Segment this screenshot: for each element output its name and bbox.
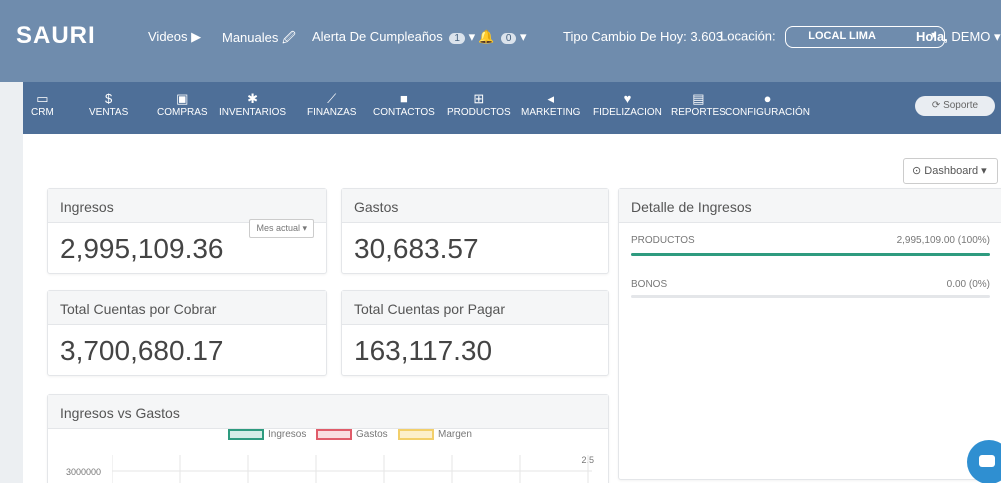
chevron-down-icon: ▾ — [520, 29, 527, 44]
dashboard-content: ⊙ Dashboard ▾ Ingresos Mes actual ▾ 2,99… — [23, 134, 1001, 483]
legend-margen[interactable]: Margen — [398, 429, 472, 440]
location-value: LOCAL LIMA — [808, 30, 876, 42]
module-finanzas[interactable]: ⟋ FINANZAS — [307, 91, 356, 118]
megaphone-icon: ◂ — [547, 91, 554, 106]
card-title: Gastos — [342, 189, 608, 223]
user-menu[interactable]: Hola, DEMO ▾ — [916, 29, 1001, 45]
chat-widget-button[interactable] — [967, 440, 1001, 483]
chevron-down-icon: ▾ — [994, 29, 1001, 44]
legend-gastos[interactable]: Gastos — [316, 429, 388, 440]
progress-bar-bonos — [631, 295, 990, 298]
module-marketing[interactable]: ◂ MARKETING — [521, 91, 580, 118]
cart-icon: ⊞ — [473, 91, 485, 106]
detail-row-productos: PRODUCTOS 2,995,109.00 (100%) — [631, 235, 990, 246]
module-nav: ▭ CRM $ VENTAS ▣ COMPRAS ✱ INVENTARIOS ⟋ FINA… — [23, 82, 1001, 134]
dollar-icon: $ — [105, 91, 113, 106]
app-frame: SAURI Videos ▶ Manuales 🖉 Alerta De Cump… — [0, 0, 1001, 483]
module-compras[interactable]: ▣ COMPRAS — [157, 91, 208, 118]
card-title: Detalle de Ingresos — [619, 189, 1001, 223]
detail-value: 2,995,109.00 (100%) — [896, 235, 990, 246]
detail-label: PRODUCTOS — [631, 235, 695, 246]
module-configuracion[interactable]: ● CONFIGURACIÓN — [725, 91, 810, 118]
notification-count-badge: 0 — [500, 33, 517, 44]
module-inventarios[interactable]: ✱ INVENTARIOS — [219, 91, 286, 118]
y-axis-tick-left: 3000000 — [66, 467, 102, 477]
module-productos[interactable]: ⊞ PRODUCTOS — [447, 91, 511, 118]
monitor-icon: ▭ — [36, 91, 49, 106]
ingresos-card: Ingresos Mes actual ▾ 2,995,109.36 — [47, 188, 327, 274]
contact-icon: ■ — [400, 91, 408, 106]
cubes-icon: ✱ — [247, 91, 258, 106]
dashboard-button[interactable]: ⊙ Dashboard ▾ — [903, 158, 998, 184]
bell-icon: 🔔 — [478, 29, 495, 44]
module-crm[interactable]: ▭ CRM — [31, 91, 54, 118]
notifications[interactable]: 🔔 0 ▾ — [478, 29, 527, 45]
card-icon: ▣ — [176, 91, 189, 106]
cuentas-pagar-card: Total Cuentas por Pagar 163,117.30 — [341, 290, 609, 376]
legend-ingresos[interactable]: Ingresos — [228, 429, 306, 440]
cuentas-cobrar-value: 3,700,680.17 — [60, 335, 224, 366]
chart-icon: ⟋ — [327, 91, 337, 106]
birthday-count-badge: 1 — [449, 33, 465, 44]
chart-title: Ingresos vs Gastos — [48, 395, 608, 429]
module-contactos[interactable]: ■ CONTACTOS — [373, 91, 435, 118]
support-button[interactable]: ⟳ Soporte — [915, 96, 995, 116]
ingresos-value: 2,995,109.36 — [60, 233, 224, 264]
card-title: Total Cuentas por Cobrar — [48, 291, 326, 325]
period-dropdown[interactable]: Mes actual ▾ — [249, 219, 314, 238]
detail-value: 0.00 (0%) — [946, 279, 990, 290]
exchange-rate: Tipo Cambio De Hoy: 3.603 — [563, 29, 723, 44]
detalle-ingresos-card: Detalle de Ingresos PRODUCTOS 2,995,109.… — [618, 188, 1001, 480]
legend-swatch — [398, 429, 434, 440]
detail-label: BONOS — [631, 279, 668, 290]
card-title: Ingresos — [48, 189, 326, 223]
cuentas-pagar-value: 163,117.30 — [354, 335, 493, 366]
clock-icon: ⊙ — [912, 165, 925, 177]
top-bar: SAURI Videos ▶ Manuales 🖉 Alerta De Cump… — [0, 0, 1001, 82]
birthday-alert[interactable]: Alerta De Cumpleaños 1 ▾ — [312, 29, 475, 45]
support-icon: ⟳ — [931, 100, 944, 111]
detail-row-bonos: BONOS 0.00 (0%) — [631, 279, 990, 290]
logo[interactable]: SAURI — [16, 22, 96, 50]
report-icon: ▤ — [692, 91, 705, 106]
birthday-alert-label: Alerta De Cumpleaños — [312, 29, 443, 44]
gear-icon: ● — [763, 91, 772, 106]
legend-swatch — [316, 429, 352, 440]
location-label: Locación: — [720, 28, 776, 44]
chevron-down-icon: ▾ — [468, 29, 476, 44]
chat-icon — [979, 455, 995, 467]
progress-fill — [631, 253, 990, 256]
gastos-card: Gastos 30,683.57 — [341, 188, 609, 274]
cuentas-cobrar-card: Total Cuentas por Cobrar 3,700,680.17 — [47, 290, 327, 376]
username: DEMO — [951, 29, 991, 44]
heart-icon: ♥ — [623, 91, 632, 106]
card-title: Total Cuentas por Pagar — [342, 291, 608, 325]
gastos-value: 30,683.57 — [354, 233, 479, 264]
chart-grid — [112, 455, 592, 483]
location-selector[interactable]: Locación: LOCAL LIMA ▾ — [720, 26, 946, 48]
module-reportes[interactable]: ▤ REPORTES — [671, 91, 726, 118]
module-fidelizacion[interactable]: ♥ FIDELIZACION — [593, 91, 662, 118]
greeting: Hola, — [916, 29, 948, 44]
manuales-link[interactable]: Manuales 🖉 — [222, 29, 296, 51]
module-ventas[interactable]: $ VENTAS — [89, 91, 128, 118]
ingresos-vs-gastos-card: Ingresos vs Gastos Ingresos Gastos Marge… — [47, 394, 609, 483]
legend-swatch — [228, 429, 264, 440]
videos-link[interactable]: Videos ▶ — [148, 29, 201, 45]
progress-bar-productos — [631, 253, 990, 256]
